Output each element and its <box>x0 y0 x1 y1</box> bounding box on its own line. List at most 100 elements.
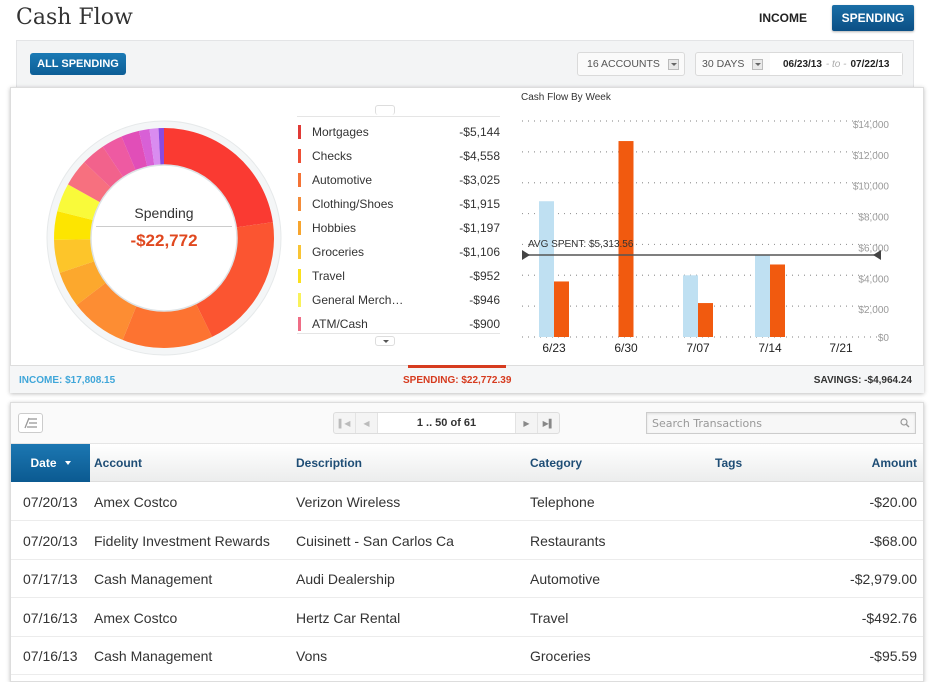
cell-date: 07/17/13 <box>23 571 78 587</box>
legend-swatch <box>298 197 301 211</box>
edit-transactions-button[interactable] <box>18 413 43 433</box>
column-header-amount[interactable]: Amount <box>872 444 917 482</box>
sort-desc-icon <box>64 461 71 465</box>
legend-category-value: -$3,025 <box>459 173 500 187</box>
legend-category-value: -$900 <box>469 317 500 331</box>
cell-description[interactable]: Vons <box>296 637 327 675</box>
legend-category-name: Travel <box>312 269 345 283</box>
cell-description[interactable]: Cuisinett - San Carlos Ca <box>296 522 454 560</box>
y-tick-label: $8,000 <box>858 213 889 224</box>
legend-item[interactable]: Travel -$952 <box>297 264 500 288</box>
prev-page-button[interactable]: ◀ <box>356 413 378 433</box>
legend-item[interactable]: Automotive -$3,025 <box>297 168 500 192</box>
column-header-account[interactable]: Account <box>94 444 142 482</box>
legend-swatch <box>298 221 301 235</box>
bar-chart-svg: $0 $2,000 $4,000 $6,000 $8,000 $10,000 $12,000… <box>522 120 890 355</box>
table-row[interactable]: 07/20/13 Fidelity Investment Rewards Cuisi… <box>11 522 923 560</box>
search-transactions-input[interactable] <box>647 413 887 433</box>
prev-page-icon: ◀ <box>363 418 370 428</box>
date-range-dropdown[interactable]: 30 DAYS 06/23/13 - to - 07/22/13 <box>695 52 903 76</box>
column-header-category[interactable]: Category <box>530 444 582 482</box>
legend-item[interactable]: Checks -$4,558 <box>297 144 500 168</box>
first-page-button[interactable]: ▌◀ <box>334 413 356 433</box>
last-page-icon: ▶▌ <box>542 418 555 428</box>
cell-description[interactable]: Hertz Car Rental <box>296 599 400 637</box>
cell-amount: -$68.00 <box>869 532 917 549</box>
category-legend: Mortgages -$5,144 Checks -$4,558 Automotive -… <box>297 116 500 334</box>
donut-center-label: Spending <box>134 205 194 221</box>
page-info: 1 .. 50 of 61 <box>378 413 515 433</box>
column-header-tags[interactable]: Tags <box>715 444 742 482</box>
cell-account: Amex Costco <box>94 609 178 626</box>
table-row[interactable]: 07/16/13 Amex Costco Hertz Car Rental Trave… <box>11 599 923 637</box>
transactions-toolbar: ▌◀ ◀ 1 .. 50 of 61 ▶ ▶▌ <box>11 403 923 444</box>
legend-category-value: -$1,197 <box>459 221 500 235</box>
chart-title: Cash Flow By Week <box>521 92 611 103</box>
income-bar <box>755 255 770 337</box>
legend-item[interactable]: General Merch… -$946 <box>297 288 500 312</box>
cell-account: Fidelity Investment Rewards <box>94 532 270 549</box>
days-label: 30 DAYS <box>702 58 745 70</box>
column-header-date[interactable]: Date <box>11 444 90 482</box>
cell-description[interactable]: Audi Dealership <box>296 560 395 598</box>
cell-amount: -$492.76 <box>861 609 917 626</box>
legend-item[interactable]: ATM/Cash -$900 <box>297 312 500 336</box>
y-tick-label: $14,000 <box>853 120 890 131</box>
column-header-description[interactable]: Description <box>296 444 362 482</box>
legend-category-value: -$952 <box>469 269 500 283</box>
x-tick-label: 7/14 <box>758 341 782 355</box>
legend-item[interactable]: Groceries -$1,106 <box>297 240 500 264</box>
spending-indicator <box>408 365 506 368</box>
table-row[interactable]: 07/16/13 Cash Management Vons Groceries -$95… <box>11 637 923 675</box>
legend-item[interactable]: Clothing/Shoes -$1,915 <box>297 192 500 216</box>
legend-swatch <box>298 317 301 331</box>
legend-swatch <box>298 173 301 187</box>
spending-total[interactable]: SPENDING: $22,772.39 <box>403 375 511 386</box>
date-range-display[interactable]: 06/23/13 - to - 07/22/13 <box>770 53 902 75</box>
y-tick-label: $4,000 <box>858 274 889 285</box>
tab-spending[interactable]: SPENDING <box>832 5 914 31</box>
search-box <box>646 412 916 434</box>
page-title: Cash Flow <box>16 5 133 30</box>
cell-category[interactable]: Restaurants <box>530 522 605 560</box>
cell-category[interactable]: Travel <box>530 599 568 637</box>
x-tick-label: 7/07 <box>686 341 710 355</box>
y-tick-label: $10,000 <box>853 182 890 193</box>
table-row[interactable]: 07/17/13 Cash Management Audi Dealership Au… <box>11 560 923 598</box>
legend-category-name: Hobbies <box>312 221 357 235</box>
cell-category[interactable]: Telephone <box>530 483 595 521</box>
legend-category-name: Groceries <box>312 245 365 259</box>
table-row[interactable]: 07/20/13 Amex Costco Verizon Wireless Telep… <box>11 483 923 521</box>
legend-category-value: -$5,144 <box>459 125 500 139</box>
last-page-button[interactable]: ▶▌ <box>537 413 559 433</box>
income-bar <box>539 201 554 337</box>
chevron-down-icon <box>752 58 764 70</box>
legend-category-value: -$1,915 <box>459 197 500 211</box>
next-page-button[interactable]: ▶ <box>515 413 537 433</box>
tab-income[interactable]: INCOME <box>752 5 814 31</box>
date-separator: - to - <box>825 58 847 70</box>
cell-category[interactable]: Groceries <box>530 637 591 675</box>
legend-swatch <box>298 245 301 259</box>
cell-account: Cash Management <box>94 648 213 664</box>
summary-bar: INCOME: $17,808.15 SPENDING: $22,772.39 … <box>10 365 924 393</box>
y-tick-label: $12,000 <box>853 151 890 162</box>
legend-scroll-up-button[interactable] <box>375 105 395 115</box>
savings-total: SAVINGS: -$4,964.24 <box>813 375 912 386</box>
cell-description[interactable]: Verizon Wireless <box>296 483 400 521</box>
cell-date: 07/16/13 <box>23 648 78 664</box>
all-spending-button[interactable]: ALL SPENDING <box>30 53 126 75</box>
legend-swatch <box>298 125 301 139</box>
search-icon[interactable] <box>900 418 910 428</box>
chevron-down-icon <box>667 58 679 70</box>
date-to: 07/22/13 <box>850 58 890 70</box>
legend-scroll-down-button[interactable] <box>375 336 395 346</box>
cell-category[interactable]: Automotive <box>530 560 600 598</box>
legend-category-name: ATM/Cash <box>312 317 368 331</box>
income-total[interactable]: INCOME: $17,808.15 <box>19 375 115 386</box>
legend-item[interactable]: Mortgages -$5,144 <box>297 120 500 144</box>
legend-item[interactable]: Hobbies -$1,197 <box>297 216 500 240</box>
accounts-dropdown[interactable]: 16 ACCOUNTS <box>577 52 685 76</box>
cell-amount: -$2,979.00 <box>850 571 917 587</box>
income-bar <box>683 275 698 337</box>
